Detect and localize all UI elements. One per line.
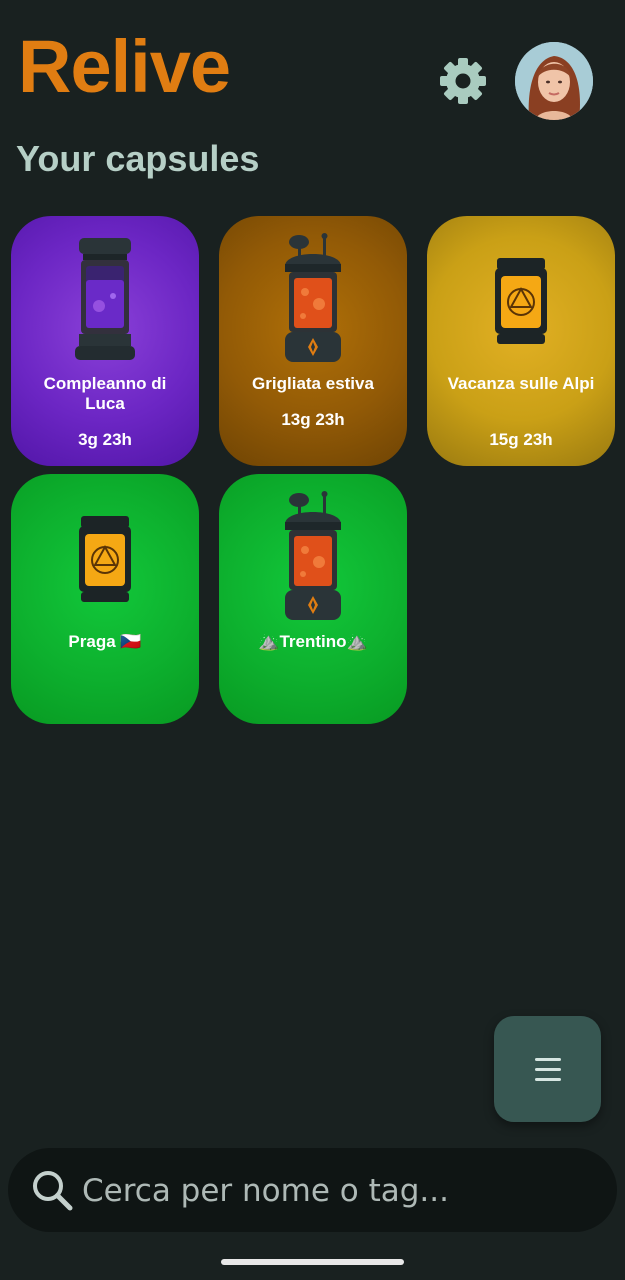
capsule-card[interactable]: Grigliata estiva 13g 23h: [219, 216, 407, 466]
capsule-countdown: 13g 23h: [281, 410, 345, 429]
avatar-portrait-icon: [515, 42, 593, 120]
purple-capsule-icon: [75, 238, 135, 360]
capsule-countdown: 15g 23h: [489, 430, 553, 449]
capsule-card[interactable]: Compleanno di Luca 3g 23h: [11, 216, 199, 466]
golden-rune-capsule-icon: [495, 258, 547, 344]
user-avatar[interactable]: [515, 42, 593, 120]
capsule-card[interactable]: ⛰️Trentino⛰️: [219, 474, 407, 724]
app-title: Relive: [18, 25, 231, 108]
capsule-name: ⛰️Trentino⛰️: [258, 632, 368, 651]
search-icon: [33, 1171, 73, 1211]
capsule-card[interactable]: Vacanza sulle Alpi 15g 23h: [427, 216, 615, 466]
menu-button[interactable]: [494, 1016, 601, 1122]
capsule-name: Compleanno di Luca: [43, 374, 167, 413]
capsule-card[interactable]: Praga 🇨🇿: [11, 474, 199, 724]
capsule-name: Vacanza sulle Alpi: [447, 374, 595, 393]
golden-rune-capsule-icon: [79, 516, 131, 602]
search-input[interactable]: [80, 1164, 584, 1218]
section-title: Your capsules: [16, 138, 260, 179]
capsule-name: Grigliata estiva: [252, 374, 374, 393]
search-bar[interactable]: [8, 1148, 617, 1232]
home-indicator[interactable]: [221, 1259, 404, 1265]
orange-bubbling-capsule-icon: [285, 233, 341, 362]
hamburger-icon: [535, 1058, 561, 1088]
capsule-name: Praga 🇨🇿: [68, 632, 142, 651]
orange-bubbling-capsule-icon: [285, 491, 341, 620]
gear-icon[interactable]: [438, 56, 488, 106]
capsule-countdown: 3g 23h: [78, 430, 132, 449]
